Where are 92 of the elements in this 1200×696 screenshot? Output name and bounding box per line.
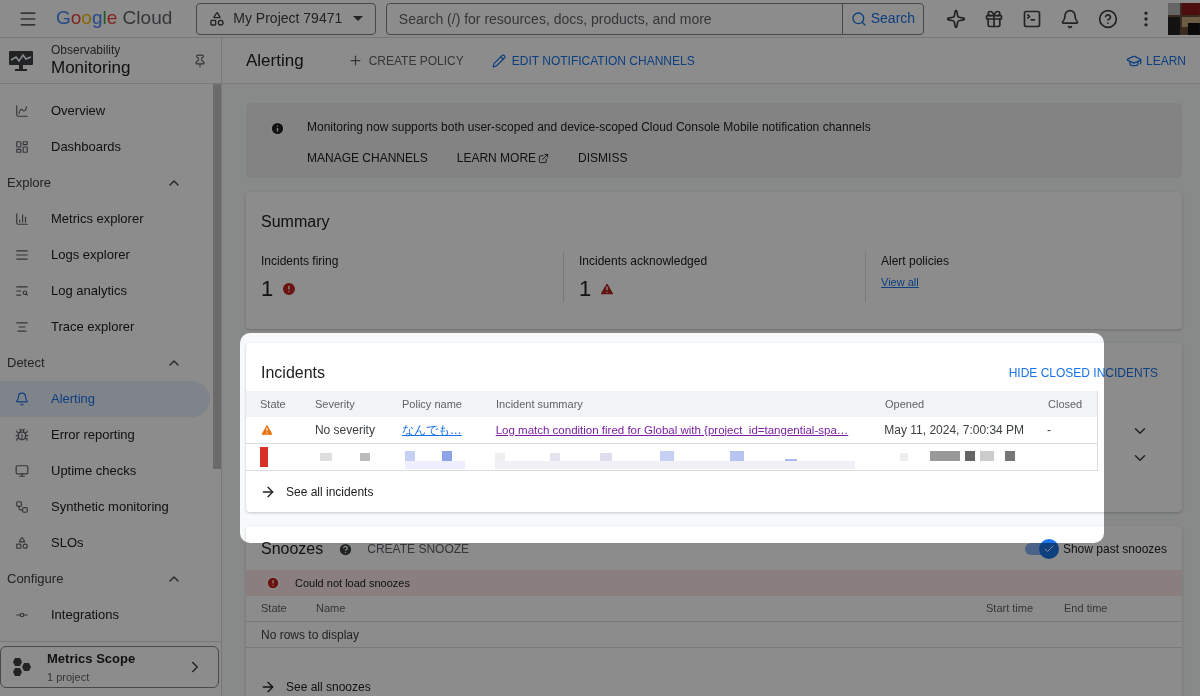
policy-link[interactable]: なんでも… bbox=[401, 423, 462, 437]
sidebar-item[interactable]: Error reporting bbox=[0, 417, 210, 453]
bar-chart-icon bbox=[15, 212, 29, 226]
error-message: Could not load snoozes bbox=[295, 575, 410, 591]
pencil-icon bbox=[491, 53, 506, 68]
card-title: Incidents bbox=[261, 363, 326, 383]
learn-button[interactable]: LEARN bbox=[1126, 51, 1186, 70]
terminal-icon[interactable] bbox=[1022, 8, 1043, 29]
logo[interactable]: Google Cloud bbox=[56, 4, 173, 33]
stat-label: Incidents firing bbox=[261, 253, 340, 270]
notifications-icon[interactable] bbox=[1060, 8, 1081, 29]
create-snooze-button[interactable]: CREATE SNOOZE bbox=[367, 540, 470, 558]
banner-action[interactable]: LEARN MORE bbox=[456, 149, 550, 167]
shapes-icon bbox=[209, 10, 226, 27]
sparkle-icon[interactable] bbox=[946, 8, 967, 29]
search-icon bbox=[850, 10, 867, 27]
column-header: State bbox=[261, 601, 288, 617]
show-past-switch[interactable]: Show past snoozes bbox=[1024, 540, 1167, 558]
stat-label: Incidents acknowledged bbox=[579, 253, 709, 270]
table-cell-text: May 11, 2024, 7:00:34 PM bbox=[884, 422, 1026, 439]
arrow-icon bbox=[260, 679, 276, 695]
project-picker[interactable]: My Project 79471 bbox=[196, 2, 376, 35]
search-list-icon bbox=[15, 284, 29, 298]
shapes-icon bbox=[15, 536, 29, 550]
sidebar-item[interactable]: SLOs bbox=[0, 525, 210, 561]
search-field[interactable]: Search (/) for resources, docs, products, and more Search bbox=[385, 2, 925, 35]
nodes-icon bbox=[15, 500, 29, 514]
column-header: State bbox=[260, 396, 287, 412]
page-title: Alerting bbox=[246, 49, 304, 72]
sidebar-item[interactable]: Uptime checks bbox=[0, 453, 210, 489]
edit-channels-button[interactable]: EDIT NOTIFICATION CHANNELS bbox=[491, 51, 695, 70]
column-header: End time bbox=[1064, 601, 1108, 617]
bug-icon bbox=[15, 428, 29, 442]
error-icon bbox=[281, 280, 298, 297]
see-all-snoozes-link[interactable]: See all snoozes bbox=[246, 678, 385, 696]
column-header: Incident summary bbox=[496, 396, 584, 412]
stat-label: Alert policies bbox=[881, 253, 951, 270]
help-icon bbox=[338, 541, 354, 557]
column-header: Closed bbox=[1048, 396, 1084, 412]
sidebar-item[interactable]: Overview bbox=[0, 93, 210, 129]
plus-icon bbox=[347, 53, 363, 68]
pin-icon[interactable] bbox=[193, 53, 207, 68]
check-icon bbox=[1042, 543, 1055, 555]
error-icon bbox=[266, 576, 280, 590]
scrollbar[interactable] bbox=[213, 84, 221, 469]
caret-icon bbox=[352, 16, 363, 21]
sidebar-item[interactable]: Logs explorer bbox=[0, 237, 210, 273]
help-icon[interactable] bbox=[1098, 8, 1119, 29]
sidebar-item[interactable]: Log analytics bbox=[0, 273, 210, 309]
sidebar-item[interactable]: Alerting bbox=[0, 381, 210, 417]
sidebar-item[interactable]: Trace explorer bbox=[0, 309, 210, 345]
column-header: Name bbox=[316, 601, 347, 617]
sidebar-item[interactable]: Metrics explorer bbox=[0, 201, 210, 237]
external-link-icon bbox=[538, 152, 550, 164]
arrow-icon bbox=[260, 484, 276, 500]
list-icon bbox=[15, 248, 29, 262]
stat-value: 1 bbox=[261, 275, 274, 303]
section-label: Observability bbox=[51, 42, 122, 57]
table-cell-text: No severity bbox=[314, 422, 376, 439]
sidebar-item[interactable]: Dashboards bbox=[0, 129, 210, 165]
card-title: Snoozes bbox=[261, 539, 324, 559]
banner-message: Monitoring now supports both user-scoped and device-scoped Cloud Console Mobile notification channels bbox=[307, 119, 871, 136]
hexagons-icon bbox=[11, 656, 33, 678]
table-cell-text: - bbox=[1047, 422, 1053, 439]
incident-link[interactable]: Log match condition fired for Global with {project_id=tangential-spa… bbox=[495, 423, 849, 436]
card-title: Summary bbox=[261, 212, 331, 232]
warning-icon bbox=[260, 423, 274, 437]
info-icon bbox=[270, 121, 285, 136]
dashboard-icon bbox=[15, 140, 29, 154]
monitor-icon bbox=[8, 49, 34, 72]
search-button[interactable]: Search bbox=[841, 3, 924, 34]
product-title: Monitoring bbox=[51, 57, 132, 79]
warning-icon bbox=[599, 280, 616, 297]
column-header: Severity bbox=[315, 396, 356, 412]
column-header: Policy name bbox=[402, 396, 463, 412]
chart-icon bbox=[15, 104, 29, 118]
view-all-link[interactable]: View all bbox=[881, 274, 919, 291]
banner-action[interactable]: MANAGE CHANNELS bbox=[307, 149, 428, 167]
section-header[interactable]: Configure bbox=[0, 561, 214, 597]
gift-icon[interactable] bbox=[984, 8, 1005, 29]
column-header: Opened bbox=[885, 396, 926, 412]
bell-icon bbox=[15, 392, 29, 406]
monitor-icon bbox=[15, 464, 29, 478]
lines-icon bbox=[15, 320, 29, 334]
empty-message: No rows to display bbox=[261, 626, 360, 644]
see-all-incidents-link[interactable]: See all incidents bbox=[246, 483, 388, 501]
column-header: Start time bbox=[986, 601, 1035, 617]
sidebar-item[interactable]: Synthetic monitoring bbox=[0, 489, 210, 525]
create-policy-button[interactable]: CREATE POLICY bbox=[347, 51, 464, 70]
stat-value: 1 bbox=[579, 275, 592, 303]
banner-action[interactable]: DISMISS bbox=[578, 149, 628, 167]
sidebar-item[interactable]: Integrations bbox=[0, 597, 210, 633]
